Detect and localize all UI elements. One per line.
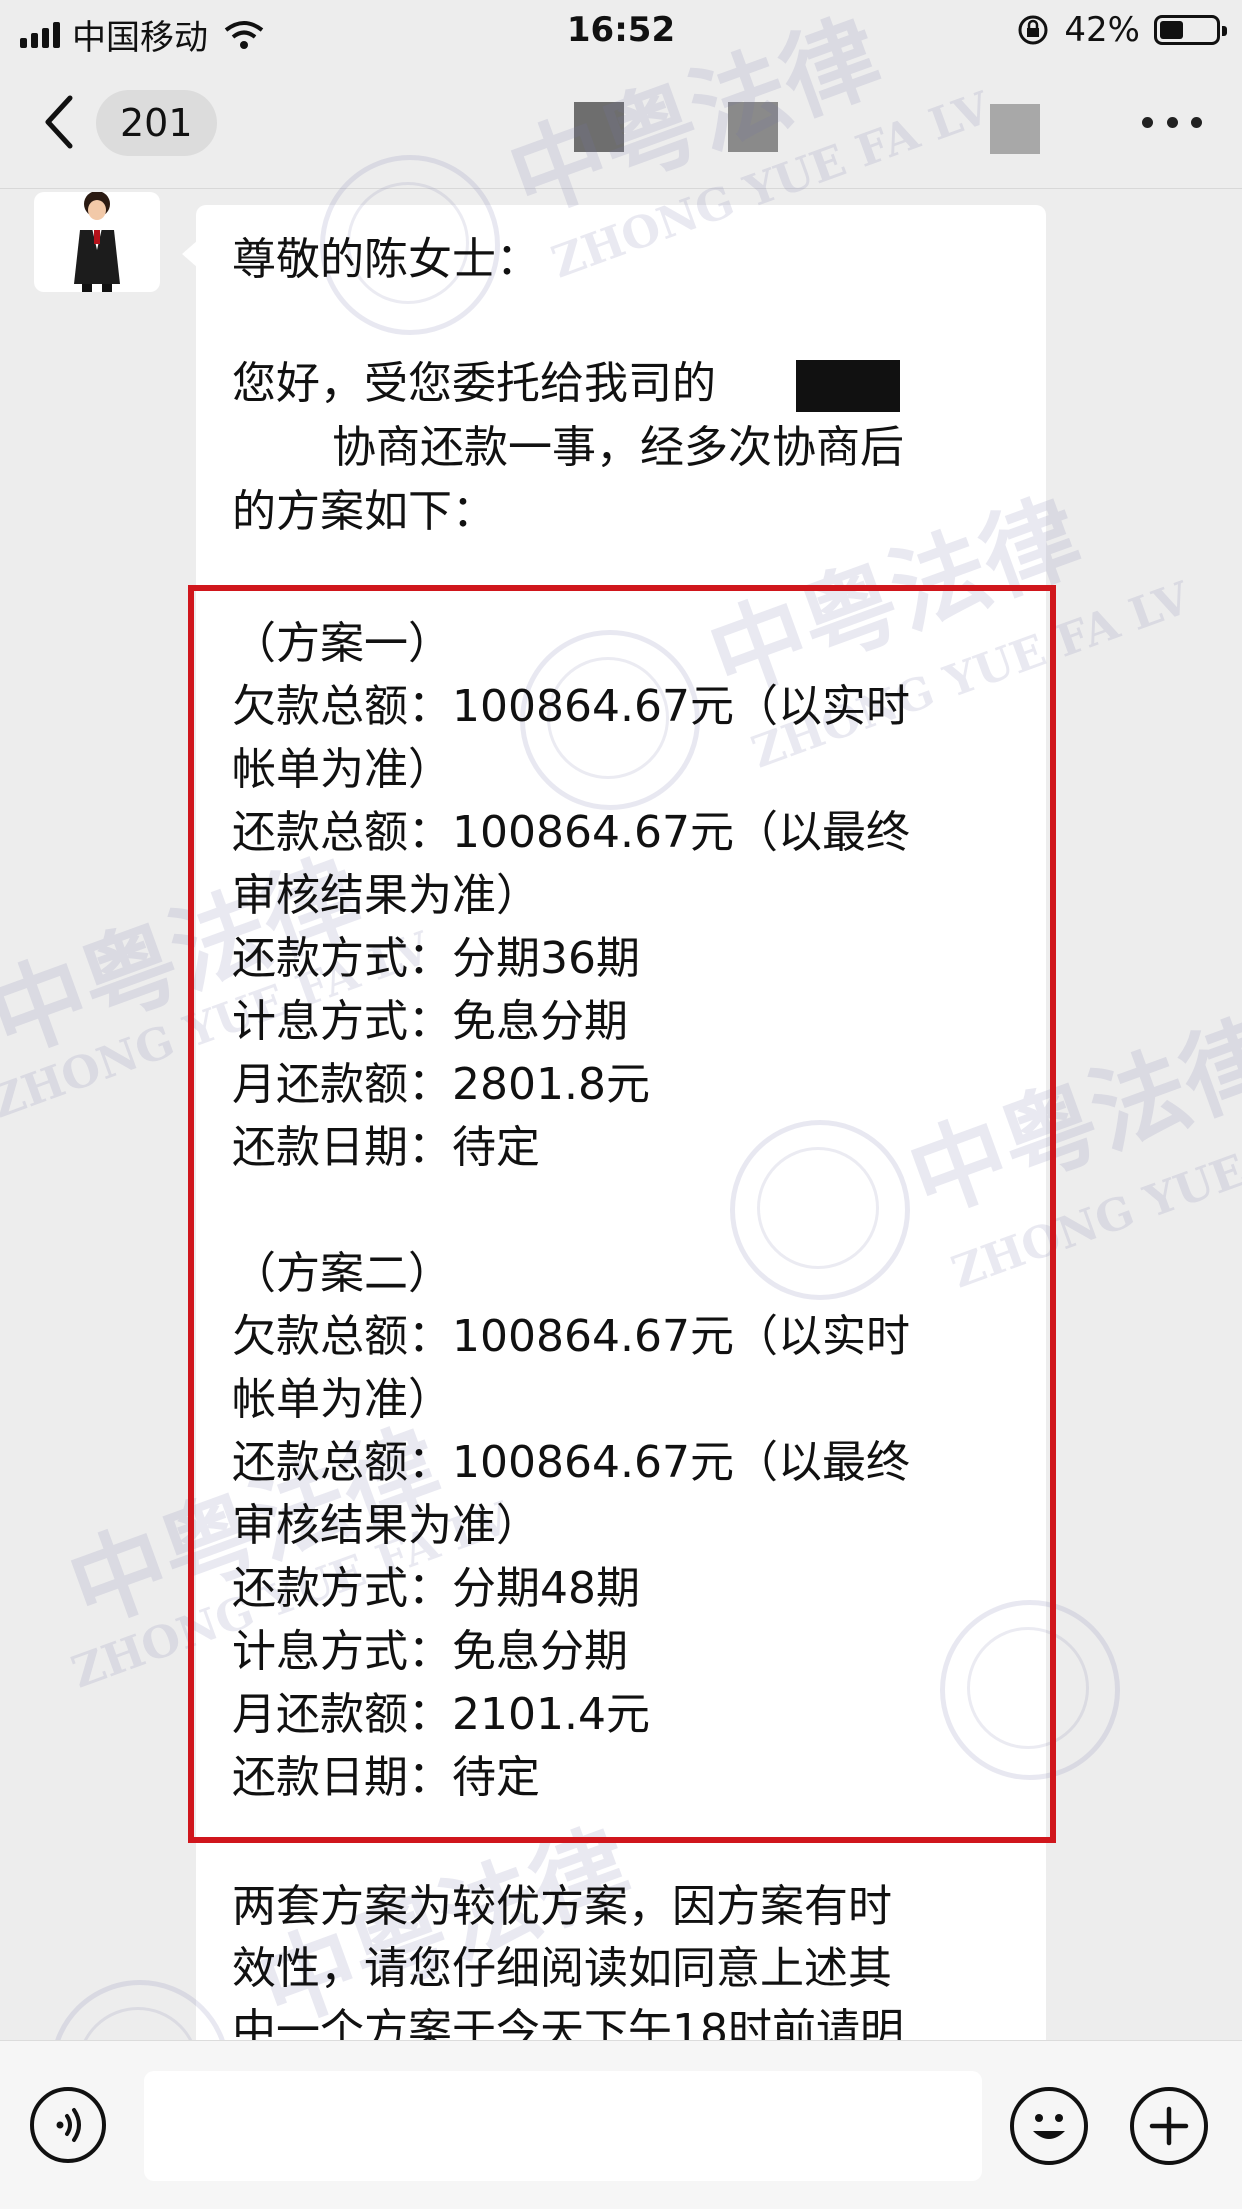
battery-percent: 42%: [1064, 10, 1140, 50]
closing-line-2: 效性，请您仔细阅读如同意上述其: [232, 1943, 892, 1994]
plan-method: 还款方式：分期48期: [232, 1563, 640, 1614]
chevron-left-icon[interactable]: [36, 92, 86, 152]
message-input[interactable]: [144, 2071, 982, 2181]
intro-line-1: 您好，受您委托给我司的: [232, 352, 1022, 416]
plan-interest: 计息方式：免息分期: [232, 996, 628, 1047]
status-right: 42%: [1016, 10, 1227, 50]
redacted-name-block: [796, 360, 900, 412]
voice-wave-icon: [56, 2108, 81, 2142]
lawyer-avatar-icon: [74, 192, 120, 292]
redacted-title-block: [990, 104, 1040, 154]
plan-date: 还款日期：待定: [232, 1122, 540, 1173]
smiley-face-icon: [1033, 2114, 1065, 2139]
status-bar: 中国移动 16:52 42%: [0, 0, 1242, 62]
plan-repay-note: 审核结果为准）: [232, 870, 540, 921]
plan-repay-total: 还款总额：100864.67元（以最终: [232, 807, 910, 858]
intro-line-2: 协商还款一事，经多次协商后: [232, 416, 1022, 480]
greeting: 尊敬的陈女士：: [232, 234, 540, 285]
plan-repay-total: 还款总额：100864.67元（以最终: [232, 1437, 910, 1488]
rotation-lock-icon: [1018, 15, 1048, 45]
plus-icon[interactable]: [1130, 2087, 1208, 2165]
plan-method: 还款方式：分期36期: [232, 933, 640, 984]
battery-tip: [1222, 26, 1227, 36]
emoji-icon[interactable]: [1010, 2087, 1088, 2165]
plan-debt-note: 帐单为准）: [232, 1374, 452, 1425]
redacted-title-block: [728, 102, 778, 152]
plans-list: （方案一） 欠款总额：100864.67元（以实时 帐单为准） 还款总额：100…: [232, 612, 1032, 1809]
plan-monthly: 月还款额：2801.8元: [232, 1059, 650, 1110]
plan-interest: 计息方式：免息分期: [232, 1626, 628, 1677]
closing-text: 两套方案为较优方案，因方案有时 效性，请您仔细阅读如同意上述其 中一个方案于今天…: [232, 1876, 1032, 2062]
chat-nav-bar: 201: [0, 62, 1242, 189]
plan-repay-note: 审核结果为准）: [232, 1500, 540, 1551]
intro-text: 您好，受您委托给我司的: [232, 358, 716, 409]
unread-count-badge[interactable]: 201: [96, 90, 217, 156]
plan-date: 还款日期：待定: [232, 1752, 540, 1803]
plan-title: （方案二）: [232, 1248, 452, 1299]
sender-avatar[interactable]: [34, 192, 160, 292]
closing-line-1: 两套方案为较优方案，因方案有时: [232, 1881, 892, 1932]
plan-title: （方案一）: [232, 618, 452, 669]
battery-fill: [1160, 21, 1183, 39]
plan-debt-total: 欠款总额：100864.67元（以实时: [232, 1311, 910, 1362]
voice-input-icon[interactable]: [30, 2087, 106, 2163]
chat-input-bar: [0, 2040, 1242, 2209]
plus-sign-icon: [1149, 2106, 1189, 2146]
plan-debt-total: 欠款总额：100864.67元（以实时: [232, 681, 910, 732]
plan-monthly: 月还款额：2101.4元: [232, 1689, 650, 1740]
plan-debt-note: 帐单为准）: [232, 744, 452, 795]
battery-icon: [1154, 15, 1227, 45]
intro-line-3: 的方案如下：: [232, 486, 496, 537]
redacted-title-block: [574, 102, 624, 152]
ellipsis-icon[interactable]: [1142, 112, 1202, 132]
message-text: 尊敬的陈女士： 您好，受您委托给我司的 协商还款一事，经多次协商后 的方案如下：: [232, 228, 1022, 544]
intro-text: 协商还款一事，经多次协商后: [332, 422, 904, 473]
